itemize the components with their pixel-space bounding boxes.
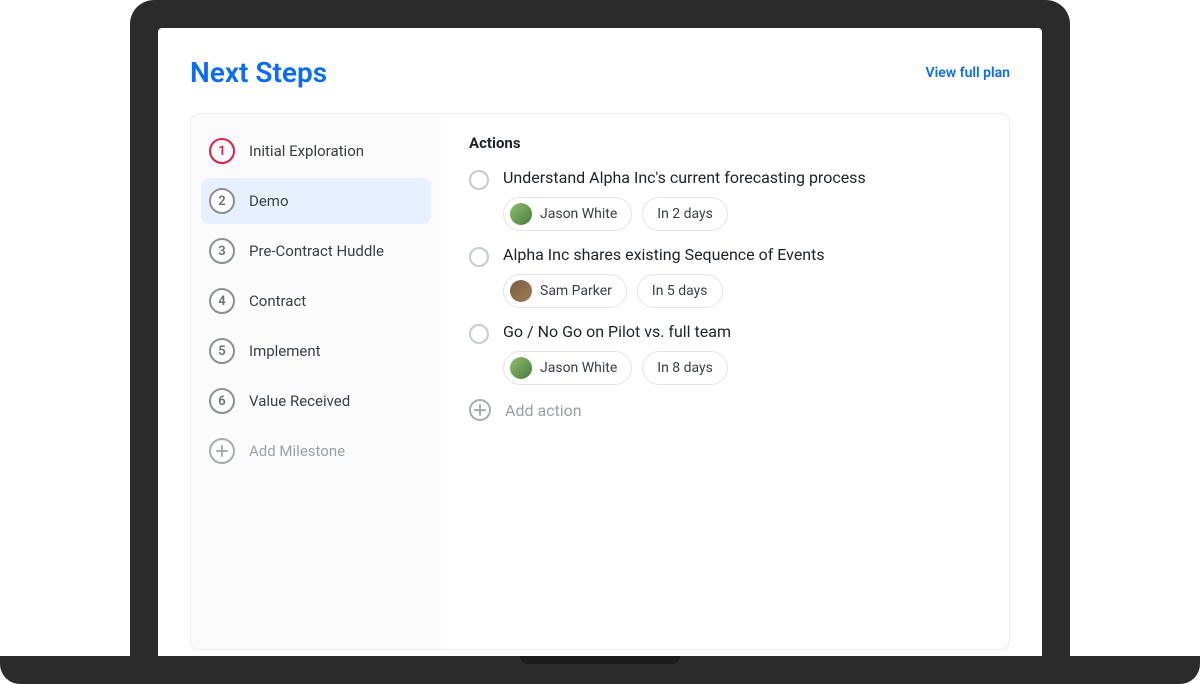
- action-item: Alpha Inc shares existing Sequence of Ev…: [469, 245, 981, 308]
- action-chips: Jason White In 2 days: [503, 197, 981, 231]
- milestone-number-badge: 1: [209, 138, 235, 164]
- laptop-bezel: Next Steps View full plan 1 Initial Explo…: [130, 0, 1070, 660]
- assignee-name: Jason White: [540, 360, 617, 376]
- action-item: Understand Alpha Inc's current forecasti…: [469, 168, 981, 231]
- milestone-label: Contract: [249, 292, 306, 310]
- action-item: Go / No Go on Pilot vs. full team Jason W…: [469, 322, 981, 385]
- milestone-sidebar: 1 Initial Exploration 2 Demo 3 Pre-Contract H…: [191, 114, 441, 649]
- milestone-label: Demo: [249, 192, 289, 210]
- due-chip[interactable]: In 8 days: [642, 351, 728, 385]
- plus-icon: [209, 438, 235, 464]
- due-chip[interactable]: In 2 days: [642, 197, 728, 231]
- assignee-chip[interactable]: Jason White: [503, 197, 632, 231]
- avatar: [510, 280, 532, 302]
- action-body: Understand Alpha Inc's current forecasti…: [503, 168, 981, 231]
- avatar: [510, 357, 532, 379]
- action-title: Alpha Inc shares existing Sequence of Ev…: [503, 245, 981, 264]
- assignee-name: Sam Parker: [540, 283, 612, 299]
- assignee-name: Jason White: [540, 206, 617, 222]
- milestone-number-badge: 2: [209, 188, 235, 214]
- due-chip[interactable]: In 5 days: [637, 274, 723, 308]
- actions-panel: Actions Understand Alpha Inc's current f…: [441, 114, 1009, 649]
- laptop-notch: [520, 656, 680, 664]
- action-title: Go / No Go on Pilot vs. full team: [503, 322, 981, 341]
- milestone-label: Implement: [249, 342, 321, 360]
- app-screen: Next Steps View full plan 1 Initial Explo…: [158, 28, 1042, 660]
- milestone-number-badge: 4: [209, 288, 235, 314]
- milestone-item-3[interactable]: 3 Pre-Contract Huddle: [201, 228, 431, 274]
- add-milestone-label: Add Milestone: [249, 442, 345, 460]
- actions-heading: Actions: [469, 134, 981, 152]
- action-checkbox[interactable]: [469, 324, 489, 344]
- assignee-chip[interactable]: Sam Parker: [503, 274, 627, 308]
- page-title: Next Steps: [190, 56, 327, 89]
- assignee-chip[interactable]: Jason White: [503, 351, 632, 385]
- action-chips: Sam Parker In 5 days: [503, 274, 981, 308]
- milestone-item-1[interactable]: 1 Initial Exploration: [201, 128, 431, 174]
- milestone-label: Initial Exploration: [249, 142, 364, 160]
- milestone-item-2[interactable]: 2 Demo: [201, 178, 431, 224]
- action-body: Alpha Inc shares existing Sequence of Ev…: [503, 245, 981, 308]
- action-chips: Jason White In 8 days: [503, 351, 981, 385]
- milestone-item-4[interactable]: 4 Contract: [201, 278, 431, 324]
- action-body: Go / No Go on Pilot vs. full team Jason W…: [503, 322, 981, 385]
- actions-list: Understand Alpha Inc's current forecasti…: [469, 168, 981, 385]
- action-checkbox[interactable]: [469, 170, 489, 190]
- view-full-plan-link[interactable]: View full plan: [926, 65, 1010, 81]
- milestone-item-6[interactable]: 6 Value Received: [201, 378, 431, 424]
- add-milestone-button[interactable]: Add Milestone: [201, 428, 431, 474]
- add-action-button[interactable]: Add action: [469, 399, 981, 421]
- plan-panel: 1 Initial Exploration 2 Demo 3 Pre-Contract H…: [190, 113, 1010, 650]
- plus-icon: [469, 399, 491, 421]
- add-action-label: Add action: [505, 401, 582, 420]
- milestone-number-badge: 5: [209, 338, 235, 364]
- milestone-label: Pre-Contract Huddle: [249, 242, 384, 260]
- action-title: Understand Alpha Inc's current forecasti…: [503, 168, 981, 187]
- milestone-item-5[interactable]: 5 Implement: [201, 328, 431, 374]
- action-checkbox[interactable]: [469, 247, 489, 267]
- milestone-number-badge: 6: [209, 388, 235, 414]
- header: Next Steps View full plan: [190, 56, 1010, 89]
- avatar: [510, 203, 532, 225]
- milestone-label: Value Received: [249, 392, 350, 410]
- milestone-number-badge: 3: [209, 238, 235, 264]
